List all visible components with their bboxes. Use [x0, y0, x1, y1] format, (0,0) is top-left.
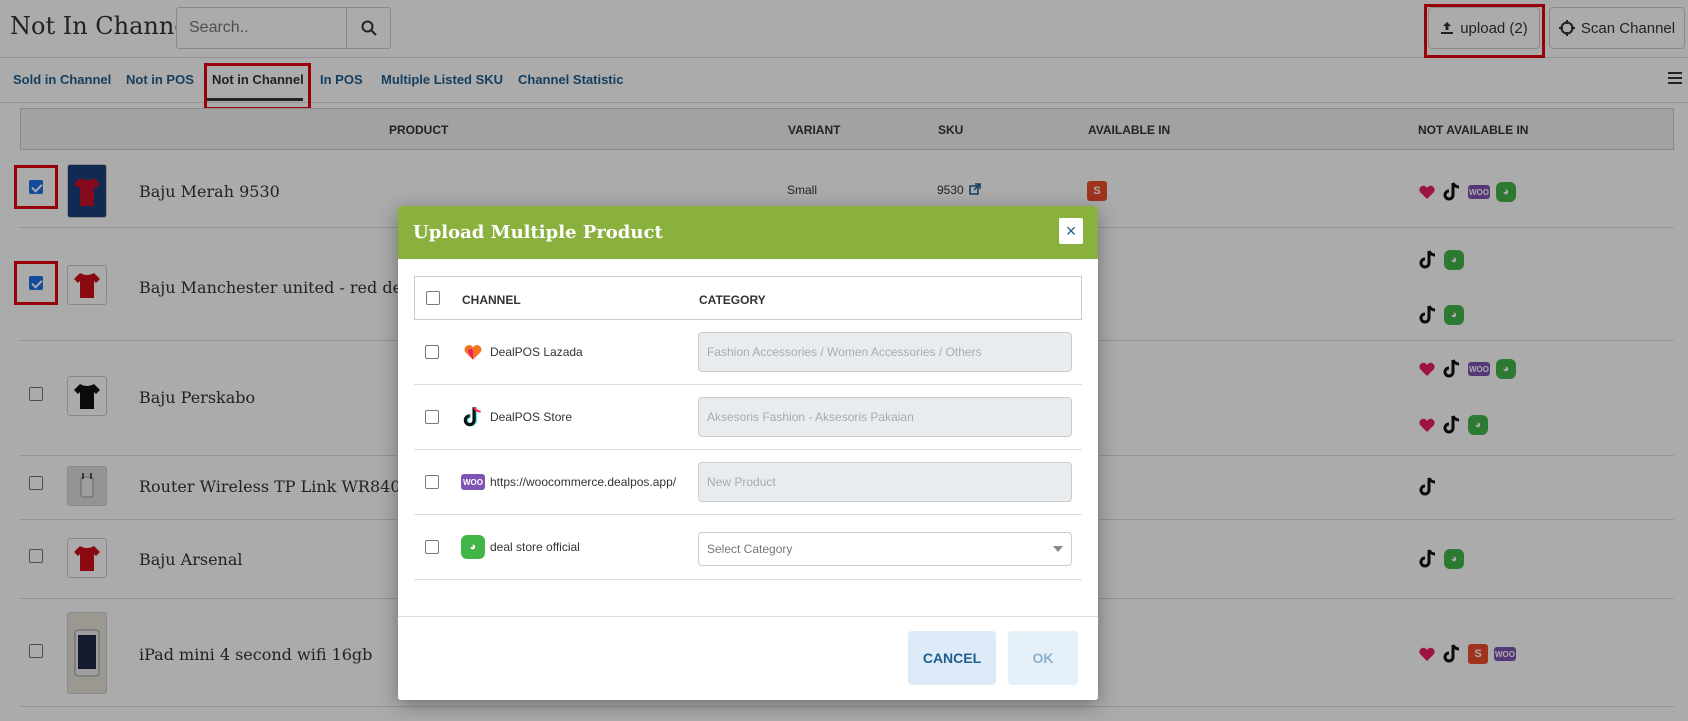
chevron-down-icon [1053, 546, 1063, 552]
upload-multiple-product-modal: Upload Multiple Product × CHANNEL CATEGO… [398, 206, 1098, 700]
channel-table-header: CHANNEL CATEGORY [414, 276, 1082, 320]
channel-row: DealPOS Lazada Fashion Accessories / Wom… [414, 320, 1082, 385]
tiktok-icon [461, 405, 485, 429]
category-field: Fashion Accessories / Women Accessories … [698, 332, 1072, 372]
modal-header: Upload Multiple Product × [398, 206, 1098, 259]
channel-checkbox[interactable] [425, 345, 439, 359]
category-select[interactable]: Select Category [698, 532, 1072, 566]
channel-name: DealPOS Lazada [490, 345, 583, 359]
channel-checkbox[interactable] [425, 540, 439, 554]
category-field: New Product [698, 462, 1072, 502]
channel-checkbox[interactable] [425, 410, 439, 424]
channel-row: ◕ deal store official Select Category [414, 515, 1082, 580]
lazada-icon [461, 340, 485, 364]
close-icon: × [1065, 220, 1077, 241]
category-select-value: Select Category [707, 542, 793, 556]
ok-button[interactable]: OK [1008, 631, 1078, 685]
tokopedia-icon: ◕ [461, 535, 485, 559]
cancel-button[interactable]: CANCEL [908, 631, 996, 685]
channel-checkbox[interactable] [425, 475, 439, 489]
channel-row: WOO https://woocommerce.dealpos.app/ New… [414, 450, 1082, 515]
modal-footer-divider [398, 616, 1098, 617]
close-button[interactable]: × [1059, 218, 1083, 244]
category-field: Aksesoris Fashion - Aksesoris Pakaian [698, 397, 1072, 437]
woocommerce-icon: WOO [461, 470, 485, 494]
col-category: CATEGORY [699, 293, 766, 307]
select-all-checkbox[interactable] [426, 291, 440, 305]
channel-row: DealPOS Store Aksesoris Fashion - Akseso… [414, 385, 1082, 450]
col-channel: CHANNEL [462, 293, 521, 307]
channel-name: deal store official [490, 540, 580, 554]
modal-title: Upload Multiple Product [413, 222, 663, 243]
channel-name: https://woocommerce.dealpos.app/ [490, 475, 677, 489]
channel-name: DealPOS Store [490, 410, 573, 424]
